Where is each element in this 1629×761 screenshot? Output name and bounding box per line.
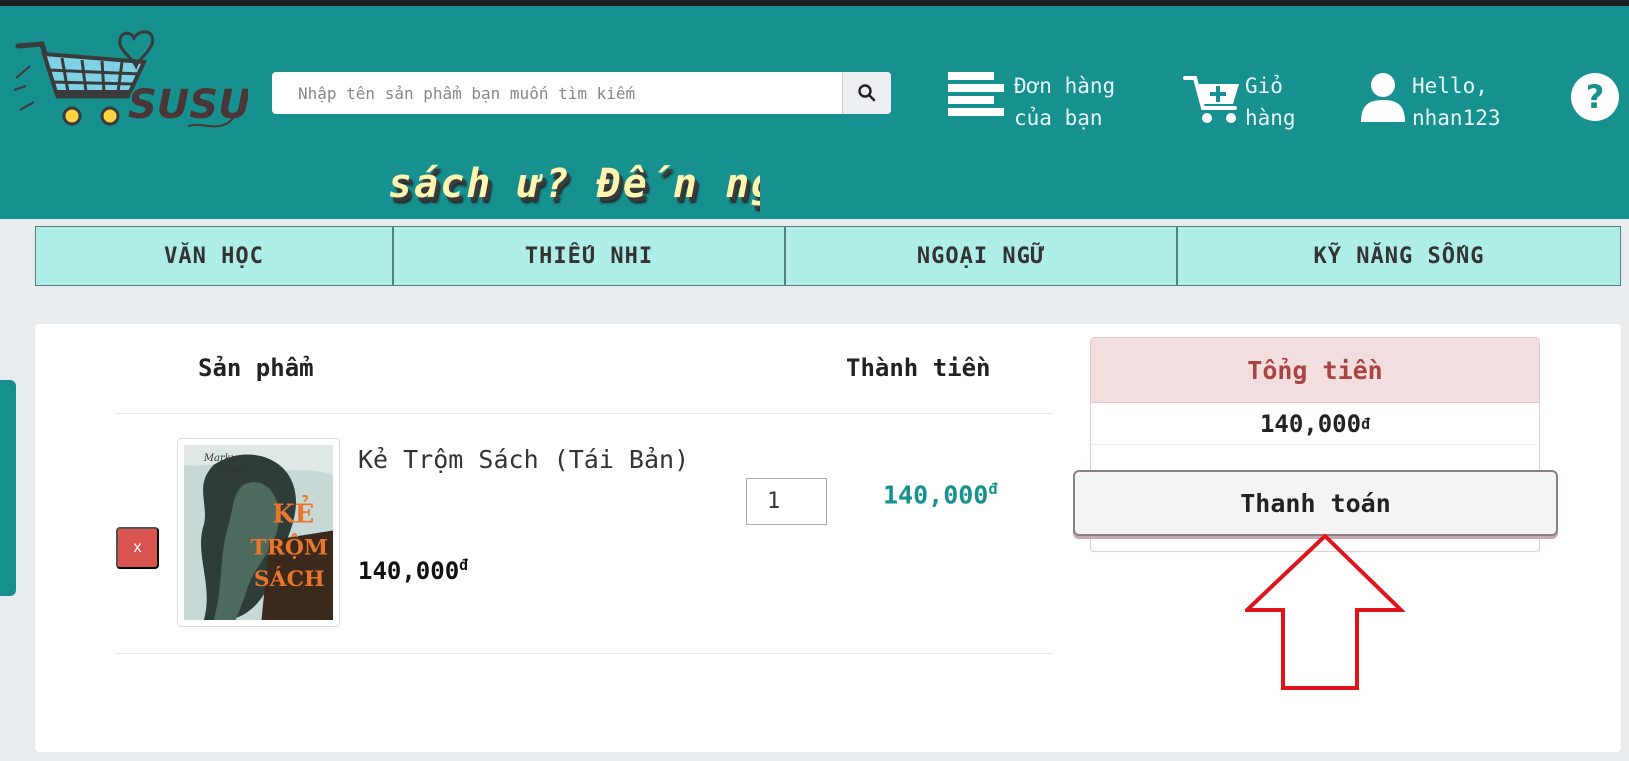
search-input[interactable] <box>272 72 842 114</box>
svg-text:Zusak: Zusak <box>217 465 248 476</box>
table-divider <box>115 653 1053 654</box>
item-subtotal-value: 140,000 <box>883 480 989 510</box>
book-cover-image: Markus Zusak KẺ TRỘM SÁCH <box>184 445 333 620</box>
logo[interactable]: SUSU <box>12 26 248 136</box>
currency-symbol: đ <box>459 556 469 574</box>
search-bar <box>272 72 891 114</box>
cart-label-line1: Giỏ <box>1245 74 1283 98</box>
cart-label-line2: hàng <box>1245 106 1296 130</box>
currency-symbol: đ <box>1361 414 1371 433</box>
user-greeting: Hello, <box>1412 74 1488 98</box>
tab-van-hoc[interactable]: VĂN HỌC <box>35 226 393 286</box>
currency-symbol: đ <box>988 480 998 498</box>
tab-thieu-nhi[interactable]: THIẾU NHI <box>393 226 785 286</box>
user-icon <box>1361 73 1405 122</box>
column-header-total: Thành tiền <box>846 354 991 382</box>
summary-total-value: 140,000 <box>1259 409 1362 438</box>
orders-link[interactable]: Đơn hàng của bạn <box>948 70 1115 134</box>
help-icon[interactable]: ? <box>1570 72 1620 122</box>
product-unit-price-value: 140,000 <box>358 557 460 585</box>
product-name[interactable]: Kẻ Trộm Sách (Tái Bản) <box>358 440 698 479</box>
item-subtotal: 140,000đ <box>883 480 998 509</box>
user-menu[interactable]: Hello, nhan123 <box>1360 70 1501 134</box>
site-header: SUSU Đơn hàng của bạn <box>0 6 1629 219</box>
quantity-input[interactable] <box>746 478 827 525</box>
cart-icon <box>1183 76 1239 123</box>
category-nav: VĂN HỌC THIẾU NHI NGOẠI NGỮ KỸ NĂNG SỐNG <box>35 226 1621 286</box>
svg-text:SÁCH: SÁCH <box>254 565 325 592</box>
svg-text:TRỘM: TRỘM <box>250 532 328 560</box>
column-header-product: Sản phẩm <box>198 354 314 382</box>
table-divider <box>115 413 1053 414</box>
tab-ky-nang-song[interactable]: KỸ NĂNG SỐNG <box>1177 226 1621 286</box>
orders-label-line2: của bạn <box>1014 106 1103 130</box>
tab-ngoai-ngu[interactable]: NGOẠI NGỮ <box>785 226 1177 286</box>
promo-marquee: sách ư? Đến ngay <box>388 161 760 207</box>
remove-item-button[interactable]: x <box>116 527 159 569</box>
search-button[interactable] <box>842 72 891 114</box>
search-icon <box>858 84 876 102</box>
side-tab[interactable] <box>0 380 16 596</box>
orders-label-line1: Đơn hàng <box>1014 74 1116 98</box>
product-unit-price: 140,000đ <box>358 556 468 585</box>
svg-text:Markus: Markus <box>203 453 242 464</box>
user-name: nhan123 <box>1412 106 1501 130</box>
summary-total: 140,000 đ <box>1091 403 1539 445</box>
product-thumbnail[interactable]: Markus Zusak KẺ TRỘM SÁCH <box>177 438 340 627</box>
checkout-button[interactable]: Thanh toán <box>1073 470 1558 536</box>
svg-text:?: ? <box>1586 78 1605 116</box>
summary-title: Tổng tiền <box>1091 338 1539 403</box>
cart-link[interactable]: Giỏ hàng <box>1183 70 1296 134</box>
list-icon <box>948 72 1004 116</box>
annotation-arrow-icon <box>1245 534 1405 690</box>
svg-text:KẺ: KẺ <box>272 495 314 530</box>
